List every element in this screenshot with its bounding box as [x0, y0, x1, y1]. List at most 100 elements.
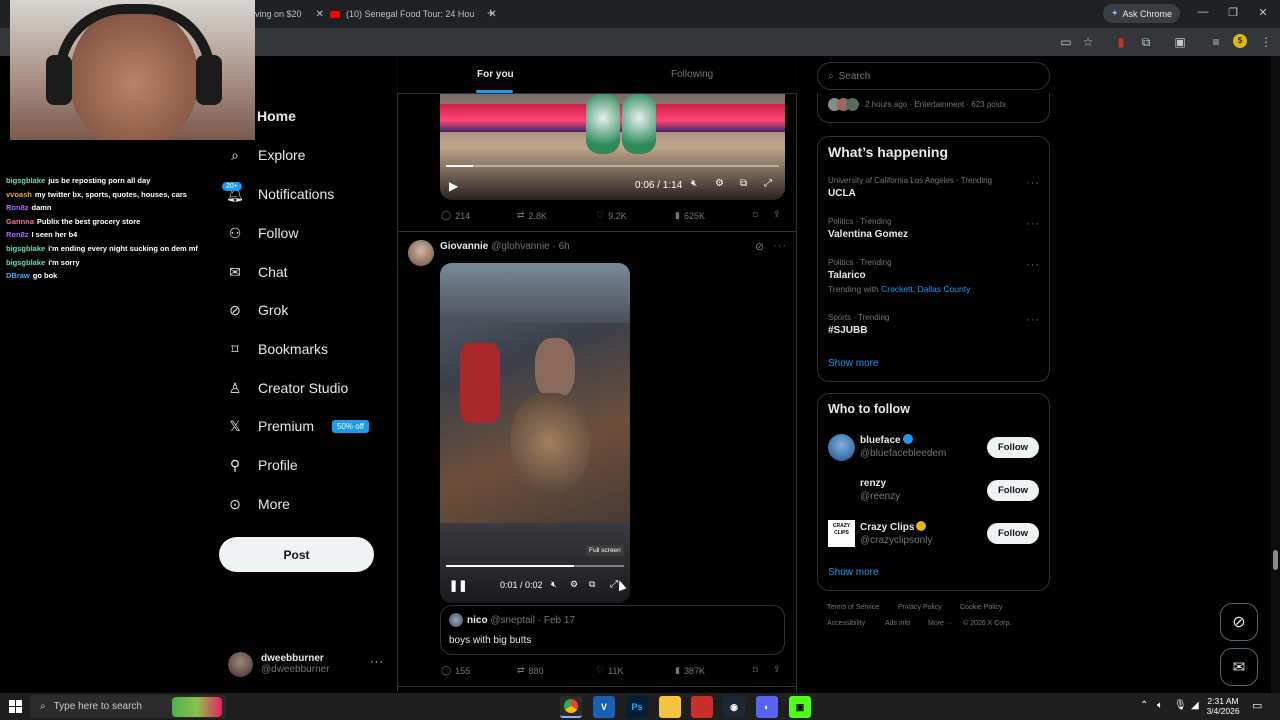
- close-window-icon[interactable]: ✕: [1248, 6, 1278, 22]
- author-name[interactable]: Giovannie: [440, 241, 488, 252]
- trend-more-icon[interactable]: ···: [1026, 314, 1040, 326]
- nav-bookmarks[interactable]: ⌑ Bookmarks: [226, 335, 328, 363]
- photoshop-taskbar-icon[interactable]: Ps: [626, 696, 648, 718]
- taskbar-clock[interactable]: 2:31 AM 3/4/2026: [1205, 696, 1241, 716]
- trend-more-icon[interactable]: ···: [1026, 177, 1040, 189]
- crazy-clips-logo[interactable]: CRAZY CLIPS: [828, 520, 855, 547]
- footer-adsinfo-link[interactable]: Ads info: [885, 620, 910, 627]
- media-control-icon[interactable]: ≡: [1208, 34, 1224, 50]
- tab-close-icon[interactable]: ✕: [316, 9, 324, 20]
- ask-chrome-button[interactable]: ✦ Ask Chrome: [1103, 4, 1181, 23]
- tab-search-icon[interactable]: ▣: [1172, 34, 1188, 50]
- volume-icon[interactable]: 🔈︎: [1157, 700, 1163, 711]
- like-action[interactable]: ♡ 9.2K: [596, 210, 627, 221]
- game-launcher-taskbar-icon[interactable]: [691, 696, 713, 718]
- trends-show-more-link[interactable]: Show more: [828, 358, 879, 369]
- browser-tab[interactable]: ving on $20 ✕: [255, 4, 324, 24]
- grok-float-button[interactable]: ⊘: [1220, 603, 1258, 641]
- author-handle[interactable]: @glohvannie: [491, 241, 550, 252]
- settings-gear-icon[interactable]: ⚙: [715, 178, 724, 189]
- nav-explore[interactable]: ⌕ Explore: [226, 141, 305, 169]
- cast-icon[interactable]: ▭: [1058, 34, 1074, 50]
- follow-button[interactable]: Follow: [987, 523, 1039, 544]
- search-input[interactable]: ⌕ Search: [817, 62, 1050, 90]
- minimize-icon[interactable]: —: [1188, 6, 1218, 22]
- follow-suggestion[interactable]: renzy @reenzy: [860, 478, 900, 502]
- quoted-post[interactable]: [440, 605, 785, 655]
- repost-action[interactable]: ⇄ 880: [517, 665, 544, 676]
- footer-cookie-link[interactable]: Cookie Policy: [960, 604, 1002, 611]
- nav-creator-studio[interactable]: ♙ Creator Studio: [226, 374, 349, 402]
- profile-avatar-icon[interactable]: $: [1233, 34, 1247, 48]
- trend-item[interactable]: Politics · Trending Talarico Trending wi…: [828, 258, 970, 294]
- reply-action[interactable]: ◯ 214: [441, 210, 470, 221]
- tab-following[interactable]: Following: [671, 69, 713, 80]
- nav-more[interactable]: ⊙ More: [226, 490, 290, 518]
- extensions-puzzle-icon[interactable]: ⧉: [1138, 34, 1154, 50]
- nav-premium[interactable]: 𝕏 Premium 50% off: [226, 412, 369, 440]
- follow-suggestion[interactable]: blueface @bluefacebleedem: [860, 434, 946, 459]
- nav-follow[interactable]: ⚇ Follow: [226, 219, 299, 247]
- video-progress-track[interactable]: [446, 165, 779, 167]
- windows-start-icon[interactable]: [9, 700, 22, 713]
- discord-taskbar-icon[interactable]: ◐: [756, 696, 778, 718]
- views-action[interactable]: ▮ 387K: [675, 665, 705, 676]
- bookmark-star-icon[interactable]: ☆: [1080, 34, 1096, 50]
- post-button[interactable]: Post: [219, 537, 374, 572]
- post-age[interactable]: 6h: [559, 241, 570, 252]
- reply-action[interactable]: ◯ 155: [441, 665, 470, 676]
- post-more-icon[interactable]: ···: [773, 240, 787, 252]
- play-icon[interactable]: ▶: [449, 179, 458, 193]
- video-progress-track[interactable]: [446, 565, 624, 567]
- chrome-taskbar-icon[interactable]: [560, 696, 582, 718]
- network-icon[interactable]: ◢: [1191, 700, 1199, 711]
- share-icon[interactable]: ⇪: [773, 209, 781, 220]
- extension-red-icon[interactable]: ▮: [1113, 34, 1129, 50]
- footer-terms-link[interactable]: Terms of Service: [827, 604, 879, 611]
- bookmark-icon[interactable]: ⌑: [753, 210, 758, 221]
- pip-icon[interactable]: ⧉: [589, 579, 595, 590]
- share-icon[interactable]: ⇪: [773, 664, 781, 675]
- new-tab-icon[interactable]: +: [487, 5, 495, 20]
- nav-notifications[interactable]: 🔔︎ Notifications: [226, 180, 334, 208]
- mute-icon[interactable]: 🔇︎: [691, 178, 697, 189]
- trend-item[interactable]: University of California Los Angeles · T…: [828, 176, 992, 199]
- nav-grok[interactable]: ⊘ Grok: [226, 296, 288, 324]
- browser-tab-active[interactable]: (10) Senegal Food Tour: 24 Hou ✕: [330, 4, 497, 24]
- vegas-taskbar-icon[interactable]: V: [593, 696, 615, 718]
- settings-gear-icon[interactable]: ⚙: [570, 579, 578, 590]
- nav-profile[interactable]: ⚲ Profile: [226, 451, 298, 479]
- account-switcher[interactable]: dweebburner @dweebburner: [228, 648, 388, 680]
- trend-item[interactable]: Politics · Trending Valentina Gomez: [828, 217, 908, 240]
- follow-suggestion[interactable]: Crazy Clips @crazyclipsonly: [860, 521, 932, 546]
- tab-for-you[interactable]: For you: [477, 69, 514, 80]
- messages-float-button[interactable]: ✉: [1220, 648, 1258, 686]
- trend-item[interactable]: Sports · Trending #SJUBB: [828, 313, 889, 336]
- account-more-icon[interactable]: ···: [370, 656, 384, 668]
- footer-more-link[interactable]: More ···: [928, 620, 953, 627]
- pip-icon[interactable]: ⧉: [740, 178, 747, 189]
- nav-home[interactable]: Home: [257, 102, 296, 130]
- footer-privacy-link[interactable]: Privacy Policy: [898, 604, 942, 611]
- trend-context-link[interactable]: Crockett, Dallas County: [881, 284, 970, 294]
- restore-icon[interactable]: ❐: [1218, 6, 1248, 22]
- author-avatar[interactable]: [408, 240, 434, 266]
- file-explorer-taskbar-icon[interactable]: [659, 696, 681, 718]
- page-scrollbar[interactable]: [1271, 56, 1280, 693]
- scrollbar-thumb[interactable]: [1273, 550, 1278, 570]
- pause-icon[interactable]: ❚❚: [449, 579, 467, 592]
- fullscreen-icon[interactable]: ⤢: [764, 178, 772, 189]
- footer-accessibility-link[interactable]: Accessibility: [827, 620, 865, 627]
- mic-icon[interactable]: 🎙︎: [1174, 700, 1187, 711]
- mute-icon[interactable]: 🔇︎: [551, 579, 557, 590]
- follow-show-more-link[interactable]: Show more: [828, 567, 879, 578]
- views-action[interactable]: ▮ 625K: [675, 210, 705, 221]
- follow-avatar[interactable]: [828, 434, 855, 461]
- chrome-menu-icon[interactable]: ⋮: [1258, 34, 1274, 50]
- follow-button[interactable]: Follow: [987, 480, 1039, 501]
- like-action[interactable]: ♡ 11K: [596, 665, 623, 676]
- boxing-video[interactable]: [440, 94, 785, 200]
- grok-icon[interactable]: ⊘: [755, 240, 764, 253]
- trend-more-icon[interactable]: ···: [1026, 259, 1040, 271]
- tray-chevron-icon[interactable]: ⌃: [1140, 700, 1148, 711]
